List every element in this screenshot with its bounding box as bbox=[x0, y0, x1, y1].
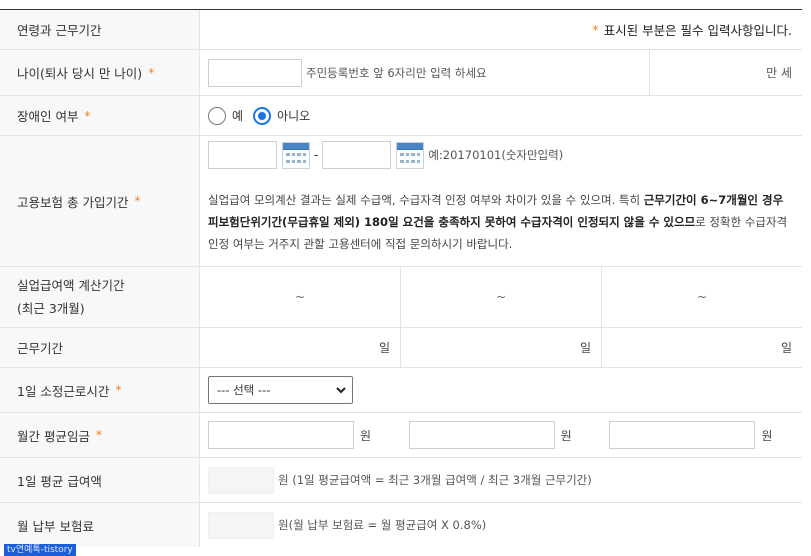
daily-hours-cell: --- 선택 --- bbox=[200, 368, 802, 412]
disability-cell: 예 아니오 bbox=[200, 96, 802, 135]
period-cell: ~ bbox=[200, 267, 401, 327]
chevron-down-icon bbox=[336, 386, 346, 393]
calc-period-label-line2: (최근 3개월) bbox=[17, 301, 85, 316]
monthly-premium-desc: 원(월 납부 보험료 = 월 평균급여 X 0.8%) bbox=[278, 518, 487, 532]
disability-row: 장애인 여부 * 예 아니오 bbox=[0, 96, 802, 136]
monthly-wage-label-text: 월간 평균임금 bbox=[17, 428, 90, 444]
disability-label-text: 장애인 여부 bbox=[17, 109, 79, 124]
monthly-premium-label: 월 납부 보험료 bbox=[0, 503, 200, 547]
insurance-period-row: 고용보험 총 가입기간 * - 예:20170101(숫자만입력) 실업급여 모… bbox=[0, 136, 802, 267]
watermark: tv연예톡-tistory bbox=[4, 544, 76, 556]
daily-hours-label: 1일 소정근로시간 * bbox=[0, 368, 200, 412]
date-dash: - bbox=[314, 148, 319, 162]
divider bbox=[649, 50, 650, 95]
monthly-wage-label: 월간 평균임금 * bbox=[0, 413, 200, 457]
age-input[interactable] bbox=[208, 58, 302, 87]
insurance-period-label: 고용보험 총 가입기간 * bbox=[0, 136, 200, 266]
required-mark: * bbox=[148, 65, 155, 80]
hours-select-value: --- 선택 --- bbox=[217, 383, 271, 397]
wage-group: 원 bbox=[601, 413, 802, 457]
age-cell: 주민등록번호 앞 6자리만 입력 하세요 만 세 bbox=[200, 50, 802, 95]
required-note: * 표시된 부분은 필수 입력사항입니다. bbox=[200, 10, 802, 49]
header-row: 연령과 근무기간 * 표시된 부분은 필수 입력사항입니다. bbox=[0, 10, 802, 50]
radio-no[interactable] bbox=[253, 106, 272, 125]
section-title: 연령과 근무기간 bbox=[0, 10, 200, 49]
radio-no-label[interactable]: 아니오 bbox=[277, 107, 310, 124]
age-row: 나이(퇴사 당시 만 나이) * 주민등록번호 앞 6자리만 입력 하세요 만 … bbox=[0, 50, 802, 96]
monthly-premium-row: 월 납부 보험료 원(월 납부 보험료 = 월 평균급여 X 0.8%) bbox=[0, 503, 802, 547]
daily-benefit-label: 1일 평균 급여액 bbox=[0, 458, 200, 502]
wage-group: 원 bbox=[200, 413, 401, 457]
required-mark: * bbox=[95, 428, 102, 442]
calendar-icon[interactable] bbox=[282, 141, 310, 169]
calculator-form: 연령과 근무기간 * 표시된 부분은 필수 입력사항입니다. 나이(퇴사 당시 … bbox=[0, 9, 802, 547]
required-mark: * bbox=[134, 194, 141, 208]
radio-yes-label[interactable]: 예 bbox=[232, 107, 243, 124]
disability-label: 장애인 여부 * bbox=[0, 96, 200, 135]
start-date-input[interactable] bbox=[208, 141, 277, 169]
end-date-input[interactable] bbox=[322, 141, 392, 169]
wage-group: 원 bbox=[401, 413, 602, 457]
age-hint: 주민등록번호 앞 6자리만 입력 하세요 bbox=[306, 65, 487, 80]
date-example: 예:20170101(숫자만입력) bbox=[428, 148, 564, 162]
daily-benefit-output bbox=[208, 466, 274, 494]
required-mark: * bbox=[115, 383, 122, 397]
calendar-icon[interactable] bbox=[396, 141, 425, 169]
wage-input[interactable] bbox=[609, 421, 756, 449]
work-days-label: 근무기간 bbox=[0, 328, 200, 367]
monthly-wage-row: 월간 평균임금 * 원 원 원 bbox=[0, 413, 802, 458]
wage-input[interactable] bbox=[408, 421, 555, 449]
period-cell: ~ bbox=[696, 290, 708, 304]
wage-input[interactable] bbox=[208, 421, 354, 449]
date-range: - 예:20170101(숫자만입력) bbox=[208, 141, 563, 169]
calc-period-row: 실업급여액 계산기간 (최근 3개월) ~ ~ ~ bbox=[0, 267, 802, 328]
wage-unit: 원 bbox=[360, 428, 372, 443]
daily-hours-row: 1일 소정근로시간 * --- 선택 --- bbox=[0, 368, 802, 413]
work-days-cells: 일 일 일 bbox=[200, 328, 802, 367]
wage-unit: 원 bbox=[560, 428, 572, 443]
age-label-text: 나이(퇴사 당시 만 나이) bbox=[17, 66, 143, 81]
required-mark: * bbox=[84, 108, 91, 123]
daily-benefit-desc: 원 (1일 평균급여액 = 최근 3개월 급여액 / 최근 3개월 근무기간) bbox=[278, 473, 592, 487]
required-note-text: 표시된 부분은 필수 입력사항입니다. bbox=[603, 23, 792, 38]
insurance-period-label-text: 고용보험 총 가입기간 bbox=[17, 194, 129, 210]
work-days-row: 근무기간 일 일 일 bbox=[0, 328, 802, 368]
monthly-premium-cell: 원(월 납부 보험료 = 월 평균급여 X 0.8%) bbox=[200, 503, 802, 547]
calc-period-label: 실업급여액 계산기간 (최근 3개월) bbox=[0, 267, 200, 327]
notice-part1: 실업급여 모의계산 결과는 실제 수급액, 수급자격 인정 여부와 차이가 있을… bbox=[208, 193, 644, 207]
wage-unit: 원 bbox=[761, 428, 773, 443]
daily-benefit-row: 1일 평균 급여액 원 (1일 평균급여액 = 최근 3개월 급여액 / 최근 … bbox=[0, 458, 802, 503]
work-days-cell: 일 bbox=[401, 328, 602, 367]
required-star: * bbox=[592, 22, 599, 37]
calc-period-cells: ~ ~ ~ bbox=[200, 267, 802, 327]
daily-benefit-cell: 원 (1일 평균급여액 = 최근 3개월 급여액 / 최근 3개월 근무기간) bbox=[200, 458, 802, 502]
age-unit: 만 세 bbox=[766, 66, 792, 80]
insurance-period-cell: - 예:20170101(숫자만입력) 실업급여 모의계산 결과는 실제 수급액… bbox=[200, 136, 802, 266]
notice-text: 실업급여 모의계산 결과는 실제 수급액, 수급자격 인정 여부와 차이가 있을… bbox=[208, 189, 802, 255]
monthly-wage-cells: 원 원 원 bbox=[200, 413, 802, 457]
hours-select[interactable]: --- 선택 --- bbox=[208, 376, 353, 404]
monthly-premium-output bbox=[208, 511, 274, 539]
age-label: 나이(퇴사 당시 만 나이) * bbox=[0, 50, 200, 95]
work-days-cell: 일 bbox=[200, 328, 401, 367]
period-cell: ~ bbox=[401, 267, 602, 327]
work-days-cell: 일 bbox=[780, 341, 792, 355]
daily-hours-label-text: 1일 소정근로시간 bbox=[17, 383, 110, 399]
calc-period-label-line1: 실업급여액 계산기간 bbox=[17, 278, 125, 293]
radio-yes[interactable] bbox=[208, 106, 226, 125]
